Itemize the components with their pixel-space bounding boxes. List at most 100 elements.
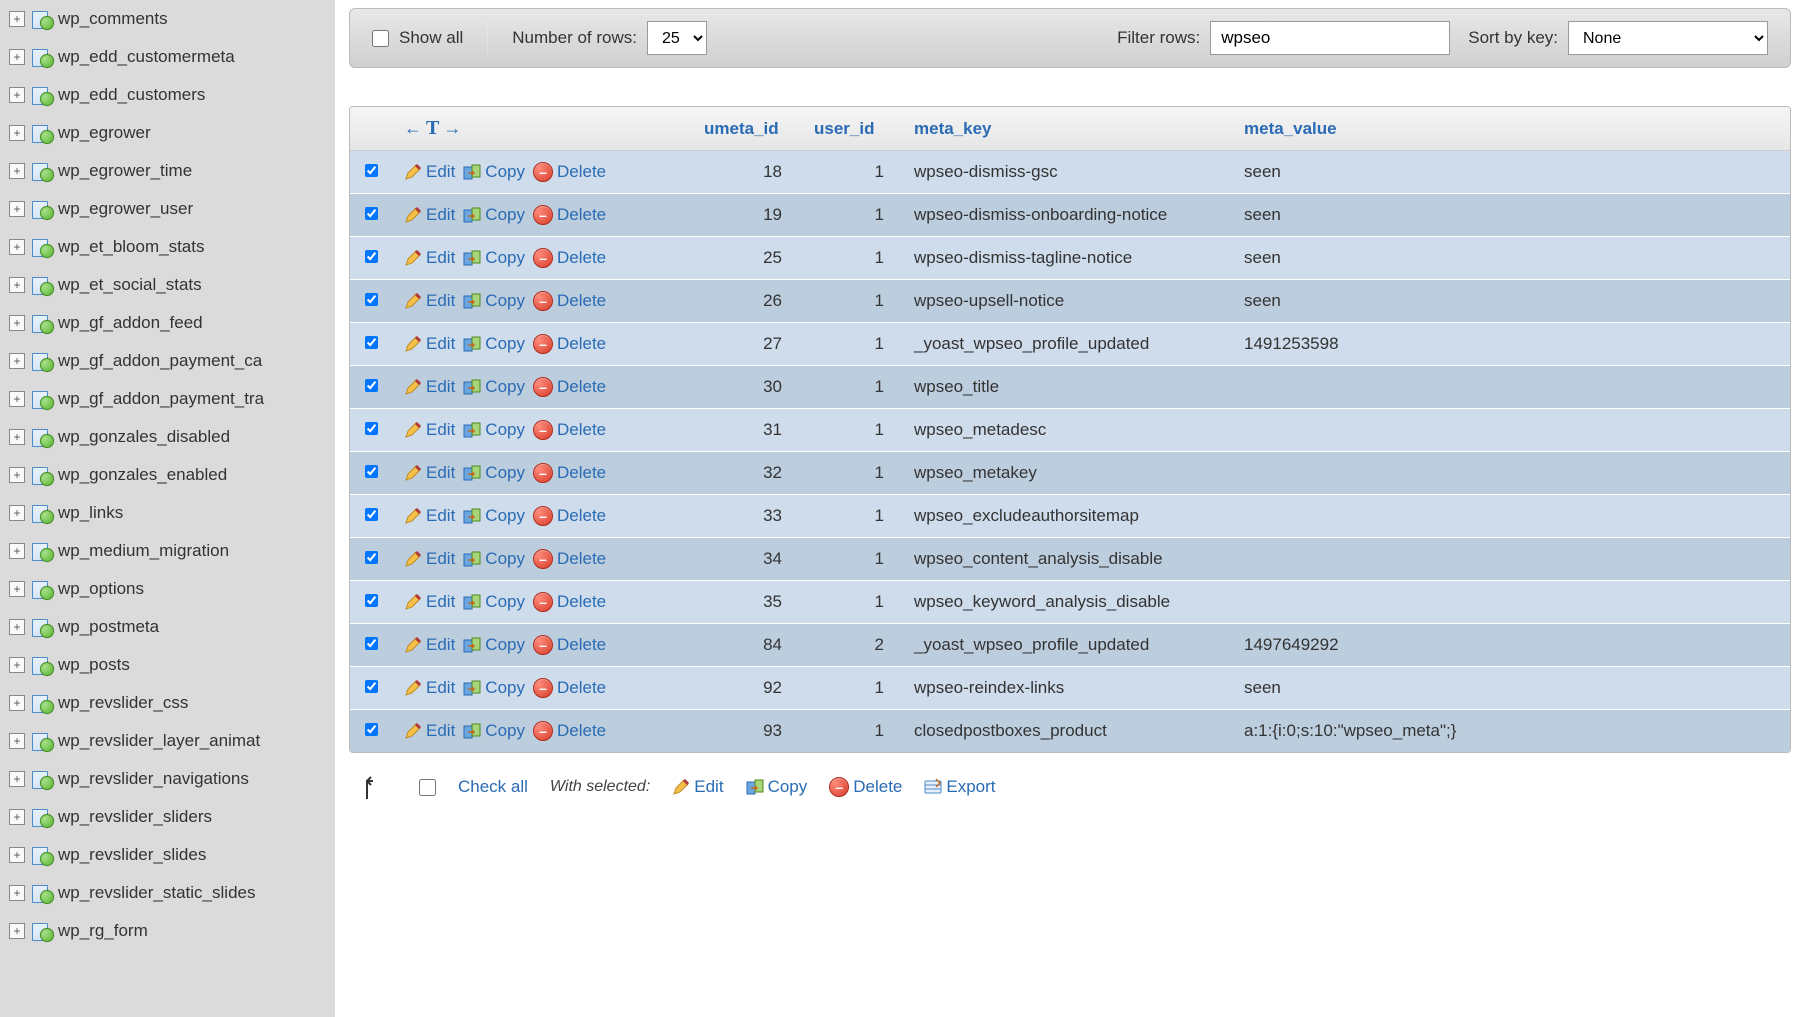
- edit-button[interactable]: Edit: [404, 334, 455, 354]
- expand-icon[interactable]: +: [9, 49, 25, 65]
- sidebar-resize-handle[interactable]: [329, 0, 335, 1017]
- tree-table-item[interactable]: + wp_links: [8, 494, 335, 532]
- table-name-label[interactable]: wp_edd_customermeta: [58, 47, 235, 67]
- expand-icon[interactable]: +: [9, 391, 25, 407]
- table-name-label[interactable]: wp_gf_addon_feed: [58, 313, 203, 333]
- tree-table-item[interactable]: +wp_comments: [8, 0, 335, 38]
- row-checkbox[interactable]: [365, 293, 378, 306]
- tree-table-item[interactable]: +wp_posts: [8, 646, 335, 684]
- copy-button[interactable]: Copy: [463, 291, 525, 311]
- bulk-export-button[interactable]: Export: [924, 777, 995, 797]
- delete-button[interactable]: –Delete: [533, 334, 606, 354]
- copy-button[interactable]: Copy: [463, 721, 525, 741]
- tree-table-item[interactable]: +wp_postmeta: [8, 608, 335, 646]
- edit-button[interactable]: Edit: [404, 377, 455, 397]
- copy-button[interactable]: Copy: [463, 420, 525, 440]
- table-name-label[interactable]: wp_postmeta: [58, 617, 159, 637]
- edit-button[interactable]: Edit: [404, 506, 455, 526]
- th-user-id[interactable]: user_id: [802, 107, 902, 151]
- delete-button[interactable]: –Delete: [533, 635, 606, 655]
- delete-button[interactable]: –Delete: [533, 592, 606, 612]
- tree-table-item[interactable]: +wp_et_social_stats: [8, 266, 335, 304]
- copy-button[interactable]: Copy: [463, 162, 525, 182]
- expand-icon[interactable]: +: [9, 201, 25, 217]
- edit-button[interactable]: Edit: [404, 248, 455, 268]
- table-name-label[interactable]: wp_edd_customers: [58, 85, 205, 105]
- rows-select[interactable]: 25: [647, 21, 707, 55]
- table-name-label[interactable]: wp_rg_form: [58, 921, 148, 941]
- table-name-label[interactable]: wp_gonzales_disabled: [58, 427, 230, 447]
- table-name-label[interactable]: wp_egrower: [58, 123, 151, 143]
- bulk-edit-button[interactable]: Edit: [672, 777, 723, 797]
- delete-button[interactable]: –Delete: [533, 678, 606, 698]
- copy-button[interactable]: Copy: [463, 592, 525, 612]
- th-meta-key[interactable]: meta_key: [902, 107, 1232, 151]
- row-checkbox[interactable]: [365, 465, 378, 478]
- expand-icon[interactable]: +: [9, 923, 25, 939]
- copy-button[interactable]: Copy: [463, 463, 525, 483]
- expand-icon[interactable]: +: [9, 581, 25, 597]
- expand-icon[interactable]: +: [9, 429, 25, 445]
- row-checkbox[interactable]: [365, 422, 378, 435]
- tree-table-item[interactable]: +wp_gonzales_enabled: [8, 456, 335, 494]
- expand-icon[interactable]: +: [9, 315, 25, 331]
- tree-table-item[interactable]: + wp_egrower_user: [8, 190, 335, 228]
- expand-icon[interactable]: +: [9, 771, 25, 787]
- fulltext-icon[interactable]: T: [426, 117, 439, 140]
- tree-table-item[interactable]: + wp_gf_addon_payment_tra: [8, 380, 335, 418]
- row-checkbox[interactable]: [365, 164, 378, 177]
- copy-button[interactable]: Copy: [463, 334, 525, 354]
- edit-button[interactable]: Edit: [404, 205, 455, 225]
- expand-icon[interactable]: +: [9, 885, 25, 901]
- row-checkbox[interactable]: [365, 551, 378, 564]
- table-name-label[interactable]: wp_et_social_stats: [58, 275, 202, 295]
- check-all-checkbox[interactable]: [419, 779, 436, 796]
- tree-table-item[interactable]: + wp_gonzales_disabled: [8, 418, 335, 456]
- bulk-copy-button[interactable]: Copy: [746, 777, 808, 797]
- tree-table-item[interactable]: +wp_options: [8, 570, 335, 608]
- expand-icon[interactable]: +: [9, 695, 25, 711]
- copy-button[interactable]: Copy: [463, 506, 525, 526]
- table-name-label[interactable]: wp_egrower_user: [58, 199, 193, 219]
- tree-table-item[interactable]: +wp_revslider_sliders: [8, 798, 335, 836]
- copy-button[interactable]: Copy: [463, 635, 525, 655]
- tree-table-item[interactable]: +wp_revslider_css: [8, 684, 335, 722]
- table-name-label[interactable]: wp_egrower_time: [58, 161, 192, 181]
- expand-icon[interactable]: +: [9, 657, 25, 673]
- delete-button[interactable]: –Delete: [533, 377, 606, 397]
- expand-icon[interactable]: +: [9, 87, 25, 103]
- delete-button[interactable]: –Delete: [533, 549, 606, 569]
- edit-button[interactable]: Edit: [404, 549, 455, 569]
- delete-button[interactable]: –Delete: [533, 205, 606, 225]
- copy-button[interactable]: Copy: [463, 678, 525, 698]
- delete-button[interactable]: –Delete: [533, 291, 606, 311]
- tree-table-item[interactable]: +wp_medium_migration: [8, 532, 335, 570]
- expand-icon[interactable]: +: [9, 163, 25, 179]
- copy-button[interactable]: Copy: [463, 377, 525, 397]
- tree-table-item[interactable]: + wp_gf_addon_feed: [8, 304, 335, 342]
- row-checkbox[interactable]: [365, 723, 378, 736]
- tree-table-item[interactable]: +wp_revslider_slides: [8, 836, 335, 874]
- table-name-label[interactable]: wp_comments: [58, 9, 168, 29]
- edit-button[interactable]: Edit: [404, 678, 455, 698]
- tree-table-item[interactable]: +wp_egrower: [8, 114, 335, 152]
- delete-button[interactable]: –Delete: [533, 420, 606, 440]
- copy-button[interactable]: Copy: [463, 549, 525, 569]
- expand-icon[interactable]: +: [9, 467, 25, 483]
- bulk-delete-button[interactable]: – Delete: [829, 777, 902, 797]
- row-checkbox[interactable]: [365, 379, 378, 392]
- table-name-label[interactable]: wp_revslider_sliders: [58, 807, 212, 827]
- row-checkbox[interactable]: [365, 637, 378, 650]
- arrow-right-icon[interactable]: →: [443, 118, 461, 139]
- row-checkbox[interactable]: [365, 207, 378, 220]
- expand-icon[interactable]: +: [9, 543, 25, 559]
- row-checkbox[interactable]: [365, 250, 378, 263]
- tree-table-item[interactable]: + wp_edd_customermeta: [8, 38, 335, 76]
- tree-table-item[interactable]: +wp_gf_addon_payment_ca: [8, 342, 335, 380]
- expand-icon[interactable]: +: [9, 505, 25, 521]
- table-name-label[interactable]: wp_gf_addon_payment_tra: [58, 389, 264, 409]
- th-umeta-id[interactable]: umeta_id: [692, 107, 802, 151]
- table-name-label[interactable]: wp_et_bloom_stats: [58, 237, 204, 257]
- edit-button[interactable]: Edit: [404, 463, 455, 483]
- table-name-label[interactable]: wp_links: [58, 503, 123, 523]
